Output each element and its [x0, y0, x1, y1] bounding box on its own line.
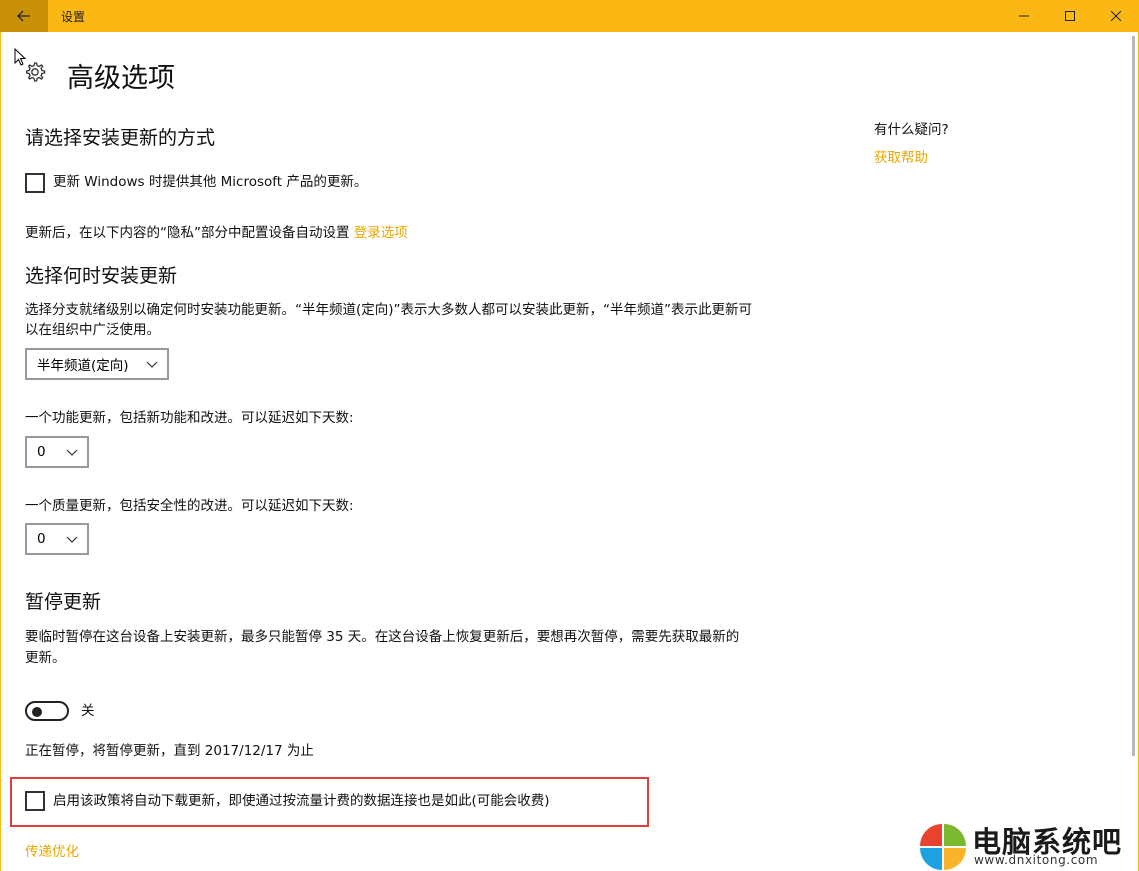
- minimize-button[interactable]: [1001, 0, 1047, 32]
- quality-defer-value: 0: [37, 531, 46, 547]
- help-question: 有什么疑问?: [874, 122, 949, 138]
- pause-toggle-state: 关: [81, 703, 95, 719]
- close-button[interactable]: [1093, 0, 1139, 32]
- close-icon: [1111, 11, 1121, 21]
- feature-defer-value: 0: [37, 444, 46, 460]
- quality-defer-label: 一个质量更新，包括安全性的改进。可以延迟如下天数:: [25, 498, 354, 514]
- scrollbar[interactable]: [1132, 36, 1135, 756]
- other-products-checkbox[interactable]: [25, 173, 45, 193]
- channel-dropdown[interactable]: 半年频道(定向): [25, 348, 169, 380]
- minimize-icon: [1019, 15, 1029, 17]
- delivery-optimization-link[interactable]: 传递优化: [25, 842, 79, 863]
- maximize-button[interactable]: [1047, 0, 1093, 32]
- feature-defer-label: 一个功能更新，包括新功能和改进。可以延迟如下天数:: [25, 410, 354, 426]
- watermark-url: www.dnxitong.com: [974, 853, 1099, 867]
- install-method-heading: 请选择安装更新的方式: [25, 127, 216, 149]
- pause-description-line1: 要临时暂停在这台设备上安装更新，最多只能暂停 35 天。在这台设备上恢复更新后，…: [25, 629, 740, 645]
- watermark: 电脑系统吧 www.dnxitong.com: [918, 820, 1138, 871]
- pause-description-line2: 更新。: [25, 650, 66, 666]
- other-products-label: 更新 Windows 时提供其他 Microsoft 产品的更新。: [53, 174, 368, 190]
- channel-description-line1: 选择分支就绪级别以确定何时安装功能更新。“半年频道(定向)”表示大多数人都可以安…: [25, 302, 753, 318]
- metered-download-label: 启用该政策将自动下载更新，即使通过按流量计费的数据连接也是如此(可能会收费): [53, 793, 550, 809]
- toggle-knob: [32, 707, 42, 717]
- quality-defer-dropdown[interactable]: 0: [25, 523, 89, 555]
- when-install-heading: 选择何时安装更新: [25, 265, 178, 287]
- title-bar: 设置: [0, 0, 1139, 32]
- pause-heading: 暂停更新: [25, 591, 102, 613]
- maximize-icon: [1065, 11, 1075, 21]
- channel-description-line2: 以在组织中广泛使用。: [25, 322, 160, 338]
- privacy-text-line: 更新后，在以下内容的“隐私”部分中配置设备自动设置 登录选项: [25, 223, 408, 244]
- chevron-down-icon: [146, 361, 158, 368]
- page-title: 高级选项: [67, 63, 175, 94]
- back-arrow-icon: [17, 10, 30, 22]
- feature-defer-dropdown[interactable]: 0: [25, 436, 89, 468]
- gear-icon: [25, 62, 46, 82]
- pause-toggle[interactable]: [25, 701, 69, 721]
- sign-in-options-link[interactable]: 登录选项: [354, 225, 408, 241]
- get-help-link[interactable]: 获取帮助: [874, 146, 928, 166]
- chevron-down-icon: [66, 449, 78, 456]
- channel-dropdown-value: 半年频道(定向): [37, 358, 129, 374]
- pause-status-text: 正在暂停，将暂停更新，直到 2017/12/17 为止: [25, 743, 314, 759]
- chevron-down-icon: [66, 536, 78, 543]
- windows-logo-icon: [920, 824, 966, 870]
- window-title: 设置: [61, 10, 86, 24]
- privacy-text: 更新后，在以下内容的“隐私”部分中配置设备自动设置: [25, 225, 350, 241]
- metered-download-checkbox[interactable]: [25, 791, 45, 811]
- window-border-left: [0, 32, 1, 871]
- back-button[interactable]: [0, 0, 48, 32]
